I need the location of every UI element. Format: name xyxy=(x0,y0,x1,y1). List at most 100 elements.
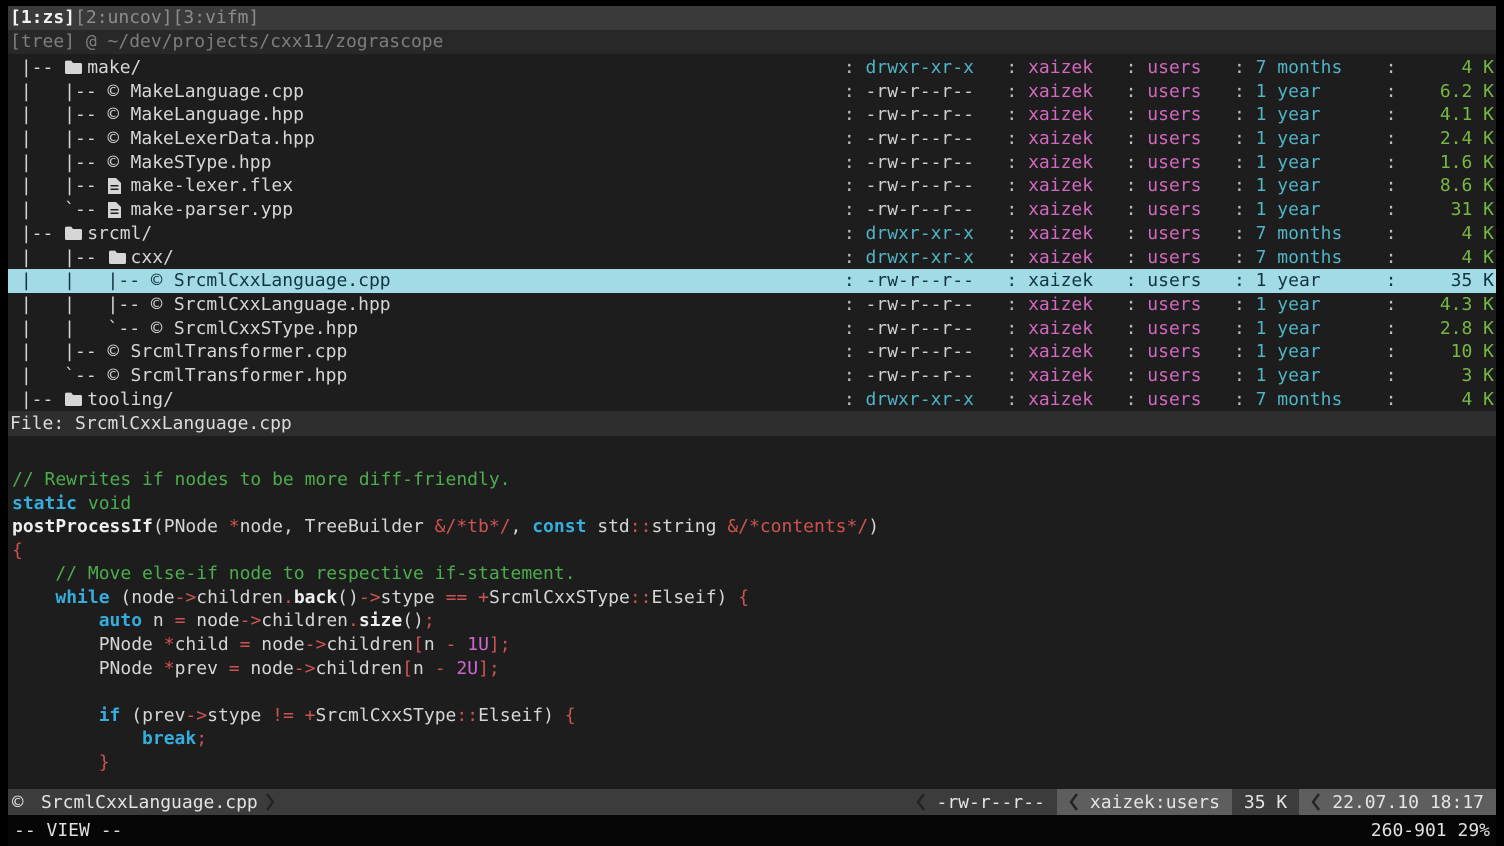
code-line xyxy=(12,680,1492,704)
file-owner: xaizek xyxy=(1028,317,1115,341)
column-separator: : xyxy=(1223,174,1256,198)
column-separator: : xyxy=(833,364,866,388)
list-item[interactable]: | `-- make-parser.ypp:-rw-r--r--:xaizek:… xyxy=(8,198,1496,222)
file-age: 1 year xyxy=(1256,198,1375,222)
list-item[interactable]: | | |-- ©SrcmlCxxLanguage.hpp:-rw-r--r--… xyxy=(8,293,1496,317)
column-separator: : xyxy=(996,198,1029,222)
column-separator: : xyxy=(996,340,1029,364)
file-perms: -rw-r--r-- xyxy=(866,151,996,175)
status-date-segment: 22.07.10 18:17 xyxy=(1299,789,1496,815)
chevron-left-icon xyxy=(1069,793,1080,811)
status-date: 22.07.10 18:17 xyxy=(1332,792,1484,813)
column-separator: : xyxy=(1375,151,1408,175)
list-item[interactable]: | |-- ©MakeSType.hpp:-rw-r--r--:xaizek:u… xyxy=(8,151,1496,175)
column-separator: : xyxy=(1375,56,1408,80)
file-group: users xyxy=(1147,364,1223,388)
file-size: 2.4 K xyxy=(1407,127,1494,151)
tmux-window-tab-3[interactable]: [3:vifm] xyxy=(173,7,260,28)
column-separator: : xyxy=(833,317,866,341)
status-owner-segment: xaizek:users xyxy=(1057,789,1232,815)
file-name: SrcmlTransformer.hpp xyxy=(131,364,348,388)
file-owner: xaizek xyxy=(1028,340,1115,364)
list-item[interactable]: | | `-- ©SrcmlCxxSType.hpp:-rw-r--r--:xa… xyxy=(8,317,1496,341)
file-age: 7 months xyxy=(1256,388,1375,412)
column-separator: : xyxy=(1223,364,1256,388)
code-line: // Move else-if node to respective if-st… xyxy=(12,562,1492,586)
file-owner: xaizek xyxy=(1028,127,1115,151)
file-size: 10 K xyxy=(1407,340,1494,364)
column-separator: : xyxy=(1223,198,1256,222)
list-item[interactable]: | |-- ©MakeLanguage.hpp:-rw-r--r--:xaize… xyxy=(8,103,1496,127)
column-separator: : xyxy=(1115,151,1148,175)
tree-branch: | | |-- xyxy=(10,269,151,293)
file-owner: xaizek xyxy=(1028,198,1115,222)
file-group: users xyxy=(1147,80,1223,104)
column-separator: : xyxy=(1223,269,1256,293)
file-size: 4 K xyxy=(1407,388,1494,412)
file-name: make/ xyxy=(87,56,141,80)
file-owner: xaizek xyxy=(1028,364,1115,388)
column-separator: : xyxy=(1375,388,1408,412)
tree-branch: | |-- xyxy=(10,174,108,198)
column-separator: : xyxy=(1115,80,1148,104)
file-owner: xaizek xyxy=(1028,80,1115,104)
file-size: 4.1 K xyxy=(1407,103,1494,127)
status-perms: -rw-r--r-- xyxy=(937,792,1045,813)
tree-branch: | |-- xyxy=(10,151,108,175)
list-item[interactable]: | |-- make-lexer.flex:-rw-r--r--:xaizek:… xyxy=(8,174,1496,198)
list-item[interactable]: |-- srcml/:drwxr-xr-x:xaizek:users:7 mon… xyxy=(8,222,1496,246)
column-separator: : xyxy=(1115,293,1148,317)
tree-branch: | `-- xyxy=(10,198,108,222)
column-separator: : xyxy=(1375,269,1408,293)
file-size: 4 K xyxy=(1407,246,1494,270)
file-owner: xaizek xyxy=(1028,56,1115,80)
column-separator: : xyxy=(1223,127,1256,151)
cpp-icon: © xyxy=(151,293,174,317)
file-name: srcml/ xyxy=(87,222,152,246)
column-separator: : xyxy=(1223,293,1256,317)
list-item[interactable]: | |-- ©MakeLexerData.hpp:-rw-r--r--:xaiz… xyxy=(8,127,1496,151)
status-left: © SrcmlCxxLanguage.cpp xyxy=(8,789,281,815)
file-name: cxx/ xyxy=(131,246,174,270)
list-item[interactable]: | |-- ©MakeLanguage.cpp:-rw-r--r--:xaize… xyxy=(8,80,1496,104)
column-separator: : xyxy=(833,388,866,412)
list-item[interactable]: |-- make/:drwxr-xr-x:xaizek:users:7 mont… xyxy=(8,56,1496,80)
file-owner: xaizek xyxy=(1028,103,1115,127)
list-item[interactable]: | |-- ©SrcmlTransformer.cpp:-rw-r--r--:x… xyxy=(8,340,1496,364)
file-age: 1 year xyxy=(1256,174,1375,198)
list-item[interactable]: | | |-- ©SrcmlCxxLanguage.cpp:-rw-r--r--… xyxy=(8,269,1496,293)
file-owner: xaizek xyxy=(1028,293,1115,317)
tree-branch: | |-- xyxy=(10,127,108,151)
doc-icon xyxy=(108,178,131,194)
list-item[interactable]: | |-- cxx/:drwxr-xr-x:xaizek:users:7 mon… xyxy=(8,246,1496,270)
code-line: // Rewrites if nodes to be more diff-fri… xyxy=(12,468,1492,492)
cpp-icon: © xyxy=(108,364,131,388)
code-line: auto n = node->children.size(); xyxy=(12,609,1492,633)
list-item[interactable]: | `-- ©SrcmlTransformer.hpp:-rw-r--r--:x… xyxy=(8,364,1496,388)
column-separator: : xyxy=(833,174,866,198)
file-list: |-- make/:drwxr-xr-x:xaizek:users:7 mont… xyxy=(8,54,1496,411)
code-line: } xyxy=(12,751,1492,775)
code-preview[interactable]: // Rewrites if nodes to be more diff-fri… xyxy=(8,436,1496,789)
column-separator: : xyxy=(1375,317,1408,341)
tmux-window-tab-2[interactable]: [2:uncov] xyxy=(75,7,173,28)
file-group: users xyxy=(1147,198,1223,222)
column-separator: : xyxy=(1115,364,1148,388)
column-separator: : xyxy=(1375,174,1408,198)
file-size: 3 K xyxy=(1407,364,1494,388)
cpp-icon: © xyxy=(12,791,35,813)
column-separator: : xyxy=(1375,127,1408,151)
column-separator: : xyxy=(996,174,1029,198)
file-group: users xyxy=(1147,127,1223,151)
tmux-window-tab-1[interactable]: [1:zs] xyxy=(10,7,75,28)
file-name: make-lexer.flex xyxy=(131,174,294,198)
file-perms: drwxr-xr-x xyxy=(866,388,996,412)
file-group: users xyxy=(1147,388,1223,412)
file-name: MakeSType.hpp xyxy=(131,151,272,175)
file-age: 1 year xyxy=(1256,151,1375,175)
list-item[interactable]: |-- tooling/:drwxr-xr-x:xaizek:users:7 m… xyxy=(8,388,1496,412)
column-separator: : xyxy=(1115,127,1148,151)
cpp-icon: © xyxy=(108,151,131,175)
file-owner: xaizek xyxy=(1028,174,1115,198)
tree-branch: | | `-- xyxy=(10,317,151,341)
